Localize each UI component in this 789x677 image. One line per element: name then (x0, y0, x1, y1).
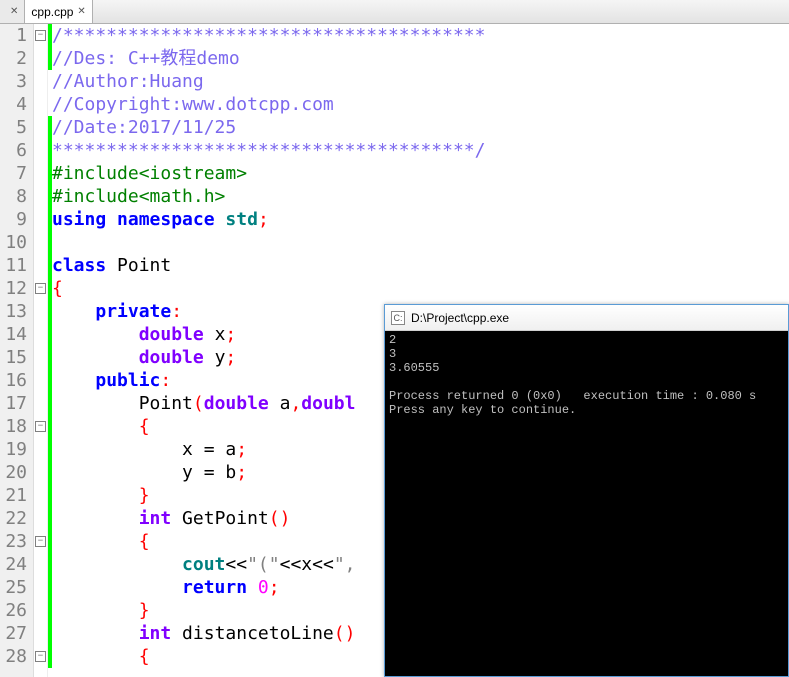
code-line[interactable] (52, 231, 789, 254)
close-icon[interactable]: ✕ (10, 6, 18, 17)
tab-label: cpp.cpp (31, 5, 73, 19)
tab-active[interactable]: cpp.cpp ✕ (25, 0, 92, 23)
fold-toggle[interactable]: − (35, 283, 46, 294)
fold-toggle[interactable]: − (35, 30, 46, 41)
fold-toggle[interactable]: − (35, 421, 46, 432)
tab-inactive[interactable]: ✕ (0, 0, 25, 23)
code-line[interactable]: //Des: C++教程demo (52, 47, 789, 70)
fold-toggle[interactable]: − (35, 536, 46, 547)
code-line[interactable]: { (52, 277, 789, 300)
console-title-text: D:\Project\cpp.exe (411, 311, 509, 325)
code-line[interactable]: //Copyright:www.dotcpp.com (52, 93, 789, 116)
fold-toggle[interactable]: − (35, 651, 46, 662)
fold-column: − − − − − (34, 24, 48, 677)
code-line[interactable]: //Author:Huang (52, 70, 789, 93)
console-window[interactable]: C: D:\Project\cpp.exe 2 3 3.60555 Proces… (384, 304, 789, 677)
code-line[interactable]: ***************************************/ (52, 139, 789, 162)
code-line[interactable]: using namespace std; (52, 208, 789, 231)
console-titlebar[interactable]: C: D:\Project\cpp.exe (385, 305, 788, 331)
code-line[interactable]: /*************************************** (52, 24, 789, 47)
code-line[interactable]: #include<math.h> (52, 185, 789, 208)
line-number-gutter: 1234567891011121314151617181920212223242… (0, 24, 34, 677)
app-icon: C: (391, 311, 405, 325)
code-line[interactable]: #include<iostream> (52, 162, 789, 185)
console-output: 2 3 3.60555 Process returned 0 (0x0) exe… (385, 331, 788, 676)
code-line[interactable]: class Point (52, 254, 789, 277)
code-line[interactable]: //Date:2017/11/25 (52, 116, 789, 139)
close-icon[interactable]: ✕ (77, 6, 85, 17)
tab-bar: ✕ cpp.cpp ✕ (0, 0, 789, 24)
